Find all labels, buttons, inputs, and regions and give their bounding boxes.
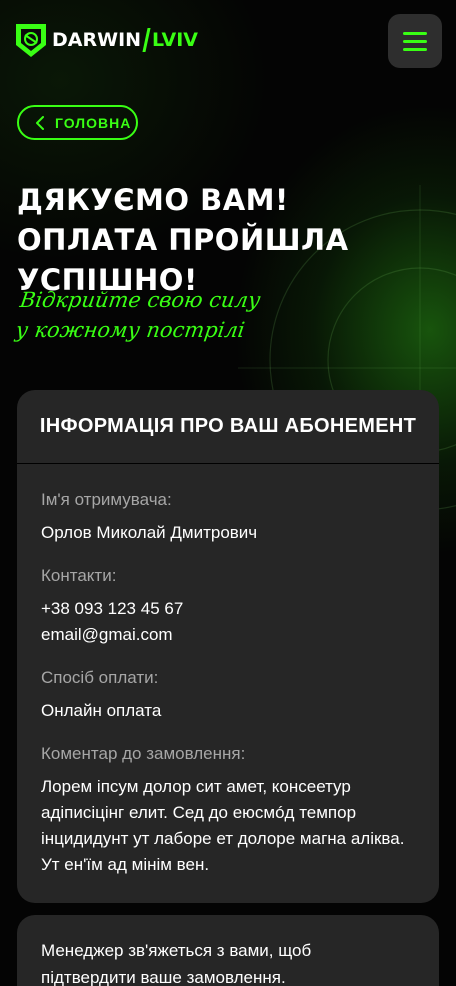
logo-word: DARWIN	[52, 29, 142, 51]
logo-wordmark: DARWIN LVIV	[52, 28, 198, 52]
recipient-label: Ім'я отримувача:	[41, 490, 172, 509]
contacts-field: Контакти: +38 093 123 45 67 email@gmai.c…	[41, 564, 415, 648]
logo[interactable]: DARWIN LVIV	[14, 20, 198, 60]
hamburger-icon	[403, 31, 427, 35]
hamburger-icon-line	[403, 39, 427, 43]
comment-field: Коментар до замовлення: Лорем іпсум доло…	[41, 742, 415, 878]
slogan: Відкрийте свою силу у кожному пострілі	[14, 285, 322, 345]
subscription-card-title: ІНФОРМАЦІЯ ПРО ВАШ АБОНЕМЕНТ	[17, 390, 439, 464]
payment-label: Спосіб оплати:	[41, 668, 159, 687]
page-title: ДЯКУЄМО ВАМ! ОПЛАТА ПРОЙШЛА УСПІШНО!	[17, 183, 349, 297]
contacts-label: Контакти:	[41, 566, 117, 585]
recipient-field: Ім'я отримувача: Орлов Миколай Дмитрович	[41, 488, 415, 546]
subscription-info-card: ІНФОРМАЦІЯ ПРО ВАШ АБОНЕМЕНТ Ім'я отриму…	[17, 390, 439, 903]
comment-label: Коментар до замовлення:	[41, 744, 246, 763]
subscription-card-body: Ім'я отримувача: Орлов Миколай Дмитрович…	[17, 464, 439, 878]
payment-value: Онлайн оплата	[41, 701, 162, 720]
manager-notice-text: Менеджер зв'яжеться з вами, щоб підтверд…	[41, 941, 312, 986]
recipient-value: Орлов Миколай Дмитрович	[41, 523, 258, 542]
chevron-left-icon	[36, 115, 44, 130]
slogan-line-2: у кожному пострілі	[14, 318, 247, 342]
logo-separator	[142, 28, 151, 52]
darwin-shield-logo-icon	[16, 24, 46, 57]
header: DARWIN LVIV	[0, 0, 456, 80]
payment-field: Спосіб оплати: Онлайн оплата	[41, 666, 415, 724]
logo-city: LVIV	[152, 29, 199, 51]
menu-button[interactable]	[388, 14, 442, 68]
back-home-button[interactable]: ГОЛОВНА	[17, 105, 138, 140]
comment-value: Лорем іпсум долор сит амет, консеетур ад…	[41, 777, 405, 874]
email-value: email@gmai.com	[41, 625, 173, 644]
manager-notice-card: Менеджер зв'яжеться з вами, щоб підтверд…	[17, 915, 439, 986]
hamburger-icon-line	[403, 47, 427, 51]
back-button-label: ГОЛОВНА	[55, 114, 132, 131]
slogan-line-1: Відкрийте свою силу	[18, 288, 262, 312]
phone-value: +38 093 123 45 67	[41, 599, 184, 618]
